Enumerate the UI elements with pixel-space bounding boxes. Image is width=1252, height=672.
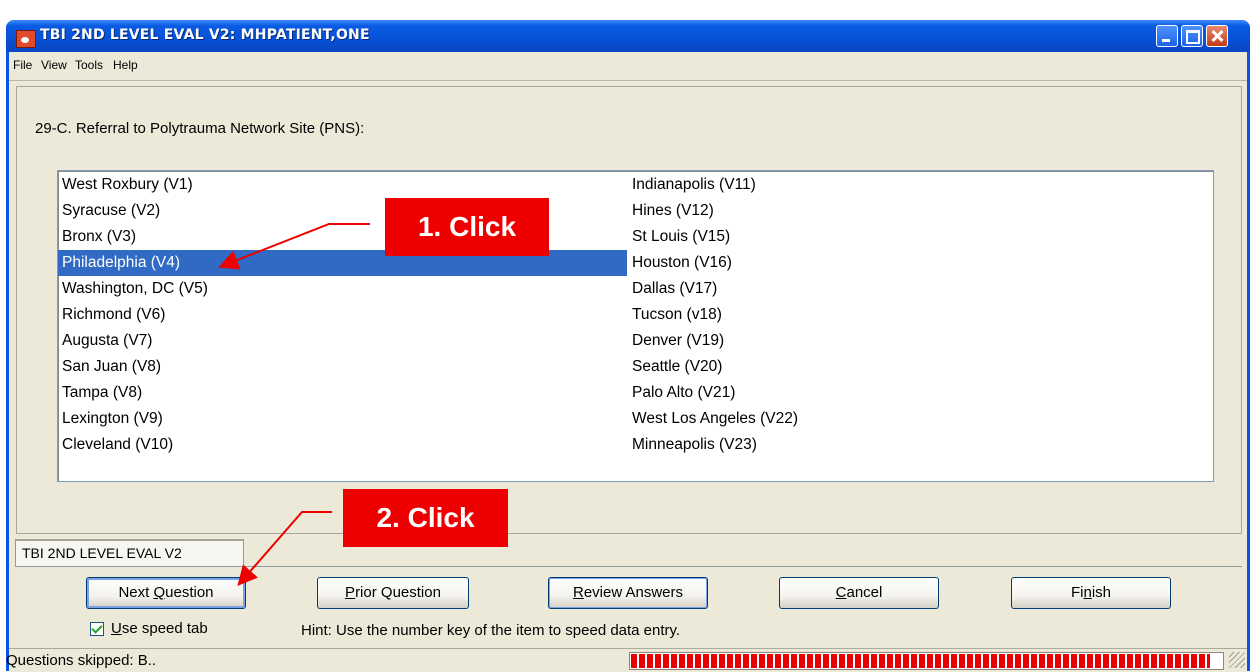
callout-step-2: 2. Click bbox=[343, 489, 508, 547]
arrow-2 bbox=[237, 511, 332, 587]
annotation-arrows bbox=[218, 223, 370, 587]
arrow-1 bbox=[218, 223, 370, 270]
callout-step-1: 1. Click bbox=[385, 198, 549, 256]
